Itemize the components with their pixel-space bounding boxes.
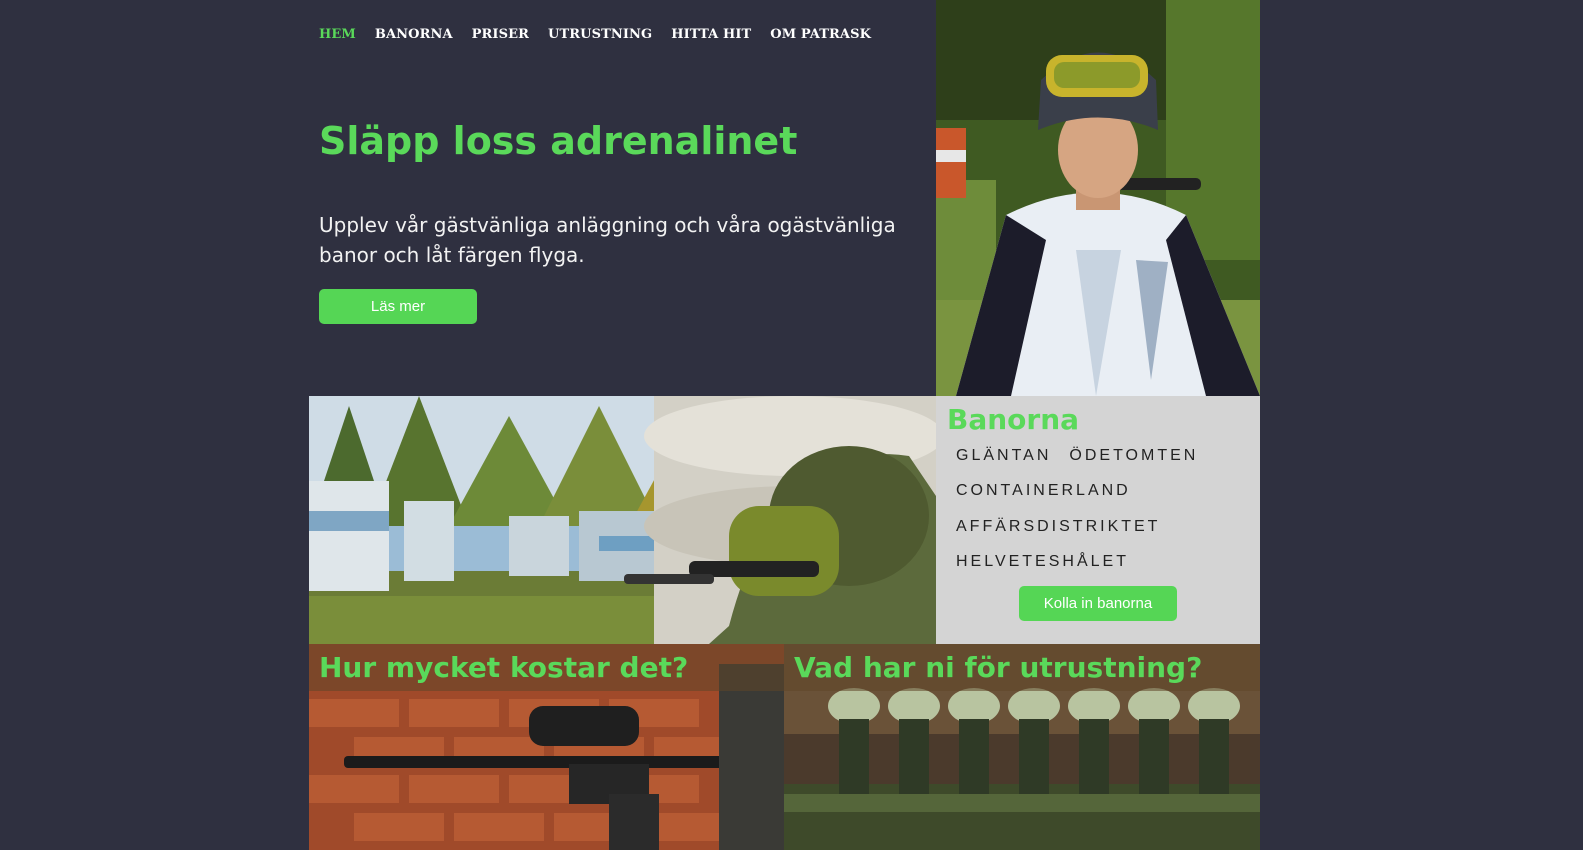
price-title[interactable]: Hur mycket kostar det?: [319, 650, 688, 686]
nav-item-hem[interactable]: HEM: [319, 27, 356, 43]
read-more-button[interactable]: Läs mer: [319, 289, 477, 324]
track-affarsdistriktet[interactable]: AFFÄRSDISTRIKTET: [956, 518, 1160, 536]
tracks-row: AFFÄRSDISTRIKTET: [956, 509, 1256, 545]
player-photo: [936, 0, 1260, 396]
price-section[interactable]: Hur mycket kostar det?: [309, 644, 784, 850]
view-tracks-button[interactable]: Kolla in banorna: [1019, 586, 1177, 621]
nav-item-om-patrask[interactable]: OM PATRASK: [770, 27, 871, 43]
main-nav: HEM BANORNA PRISER UTRUSTNING HITTA HIT …: [319, 27, 890, 43]
hero-title: Släpp loss adrenalinet: [319, 119, 798, 163]
nav-item-utrustning[interactable]: UTRUSTNING: [548, 27, 652, 43]
tracks-row: GLÄNTAN ÖDETOMTEN: [956, 438, 1256, 474]
gear-title[interactable]: Vad har ni för utrustning?: [794, 650, 1202, 686]
page-wrapper: HEM BANORNA PRISER UTRUSTNING HITTA HIT …: [309, 0, 1260, 850]
track-glantan[interactable]: GLÄNTAN: [956, 447, 1051, 465]
track-containerland[interactable]: CONTAINERLAND: [956, 482, 1131, 500]
tracks-panel: Banorna GLÄNTAN ÖDETOMTEN CONTAINERLAND …: [936, 396, 1260, 644]
nav-item-hitta-hit[interactable]: HITTA HIT: [671, 27, 751, 43]
nav-item-priser[interactable]: PRISER: [472, 27, 529, 43]
tracks-title: Banorna: [947, 403, 1080, 436]
tracks-row: CONTAINERLAND: [956, 474, 1256, 510]
tracks-row: HELVETESHÅLET: [956, 545, 1256, 581]
nav-item-banorna[interactable]: BANORNA: [375, 27, 453, 43]
tracks-list: GLÄNTAN ÖDETOMTEN CONTAINERLAND AFFÄRSDI…: [956, 438, 1256, 580]
hero-text: Upplev vår gästvänliga anläggning och vå…: [319, 213, 896, 267]
track-odetomten[interactable]: ÖDETOMTEN: [1069, 447, 1198, 465]
gear-section[interactable]: Vad har ni för utrustning?: [784, 644, 1260, 850]
paintball-field-photo: [309, 396, 936, 644]
track-helveteshalet[interactable]: HELVETESHÅLET: [956, 553, 1129, 571]
